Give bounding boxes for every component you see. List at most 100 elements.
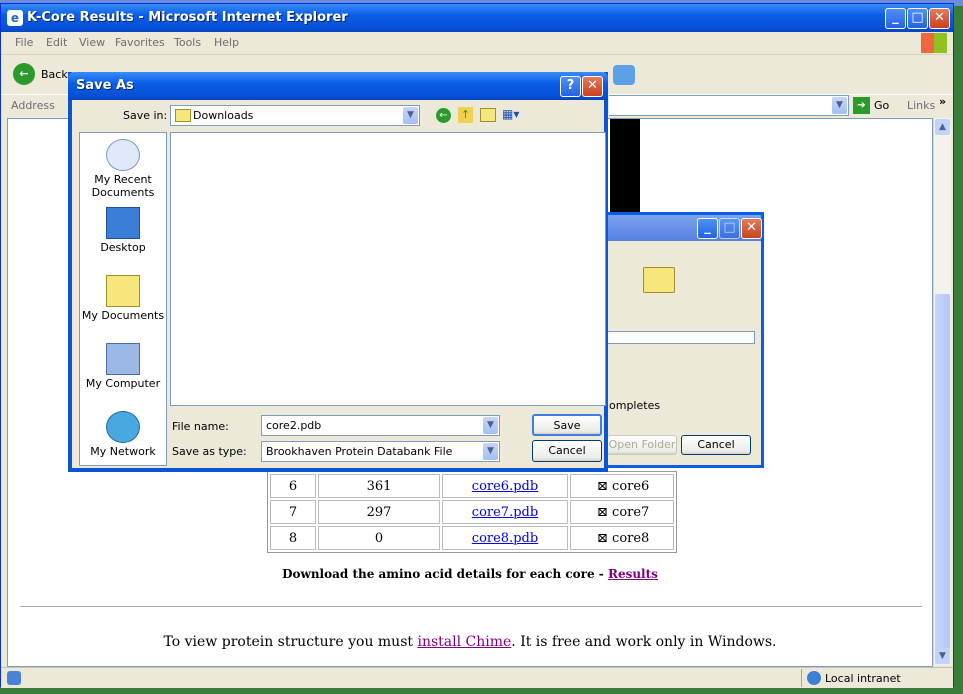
- chime-line: To view protein structure you must insta…: [8, 634, 932, 650]
- download-cancel-button[interactable]: Cancel: [681, 435, 751, 455]
- view-menu-icon[interactable]: ▦▾: [502, 107, 524, 123]
- core-number: 7: [270, 500, 316, 524]
- back-arrow-icon[interactable]: ←: [436, 108, 451, 123]
- cancel-button[interactable]: Cancel: [532, 440, 602, 462]
- view-label[interactable]: core7: [612, 505, 649, 520]
- place-my-documents[interactable]: My Documents: [80, 275, 166, 322]
- help-icon[interactable]: ?: [560, 76, 581, 97]
- core-count: 0: [318, 526, 440, 550]
- chime-suffix: . It is free and work only in Windows.: [511, 634, 777, 650]
- status-divider: [801, 669, 802, 687]
- chevron-right-icon[interactable]: »: [939, 95, 946, 108]
- place-label: My Recent Documents: [91, 173, 155, 199]
- file-name-value: core2.pdb: [266, 419, 322, 432]
- scroll-thumb[interactable]: [935, 294, 950, 650]
- scroll-down-icon[interactable]: ▼: [935, 648, 950, 664]
- page-status-icon: [7, 671, 21, 685]
- my-computer-icon: [106, 343, 140, 375]
- menu-help[interactable]: Help: [214, 36, 239, 49]
- core-count: 361: [318, 474, 440, 498]
- download-text: Download the amino acid details for each…: [282, 567, 608, 581]
- core-number: 8: [270, 526, 316, 550]
- close-button[interactable]: ✕: [582, 76, 603, 97]
- results-link[interactable]: Results: [608, 567, 658, 581]
- save-in-value: Downloads: [193, 109, 254, 122]
- place-my-recent-documents[interactable]: My Recent Documents: [80, 139, 166, 199]
- save-in-dropdown[interactable]: Downloads ▼: [170, 105, 420, 126]
- my-network-icon: [106, 411, 140, 443]
- save-button[interactable]: Save: [532, 414, 602, 436]
- menu-favorites[interactable]: Favorites: [115, 36, 165, 49]
- structure-image: [610, 119, 640, 215]
- view-label[interactable]: core6: [612, 479, 649, 494]
- ie-titlebar[interactable]: e K-Core Results - Microsoft Internet Ex…: [1, 4, 953, 32]
- core-number: 6: [270, 474, 316, 498]
- minimize-button[interactable]: _: [885, 8, 906, 29]
- folder-icon: [175, 109, 191, 122]
- broken-image-icon: ⊠: [597, 504, 608, 520]
- place-my-network[interactable]: My Network: [80, 411, 166, 458]
- minimize-button[interactable]: _: [697, 218, 718, 239]
- back-button-label[interactable]: Back: [41, 68, 68, 81]
- places-bar: My Recent Documents Desktop My Documents…: [79, 132, 167, 466]
- intranet-zone-icon: [807, 671, 821, 685]
- chime-prefix: To view protein structure you must: [163, 634, 418, 650]
- window-title: K-Core Results - Microsoft Internet Expl…: [27, 10, 348, 25]
- place-desktop[interactable]: Desktop: [80, 207, 166, 254]
- chevron-down-icon[interactable]: ▼: [832, 97, 847, 114]
- desktop-icon: [106, 207, 140, 239]
- save-in-label: Save in:: [123, 109, 168, 122]
- up-folder-icon[interactable]: ↑: [458, 107, 473, 123]
- view-label[interactable]: core8: [612, 531, 649, 546]
- chevron-down-icon[interactable]: ▼: [403, 107, 418, 124]
- table-row: 6 361 core6.pdb ⊠ core6: [270, 474, 674, 498]
- open-folder-button: Open Folder: [607, 435, 677, 455]
- download-line: Download the amino acid details for each…: [8, 567, 932, 581]
- close-button[interactable]: ✕: [741, 218, 762, 239]
- messenger-icon[interactable]: [613, 65, 635, 85]
- file-name-input[interactable]: core2.pdb ▼: [261, 415, 500, 436]
- folder-icon: [643, 267, 675, 293]
- status-bar: Local intranet: [1, 667, 953, 688]
- new-folder-icon[interactable]: [480, 108, 496, 122]
- save-type-value: Brookhaven Protein Databank File: [266, 445, 453, 458]
- close-button[interactable]: ✕: [929, 8, 950, 29]
- pdb-download-link[interactable]: core7.pdb: [472, 505, 538, 520]
- core-count: 297: [318, 500, 440, 524]
- table-row: 8 0 core8.pdb ⊠ core8: [270, 526, 674, 550]
- menu-file[interactable]: File: [15, 36, 33, 49]
- windows-logo-icon: [921, 33, 947, 53]
- divider: [20, 606, 922, 607]
- address-input[interactable]: ▼: [609, 95, 849, 116]
- broken-image-icon: ⊠: [597, 530, 608, 546]
- cores-table: 6 361 core6.pdb ⊠ core6 7 297 core7.pdb …: [267, 471, 677, 553]
- chevron-down-icon[interactable]: ▼: [483, 443, 498, 460]
- save-as-titlebar[interactable]: Save As ? ✕: [68, 72, 608, 100]
- save-type-label: Save as type:: [172, 445, 247, 458]
- chevron-down-icon[interactable]: ▼: [483, 417, 498, 434]
- menu-bar: File Edit View Favorites Tools Help: [1, 32, 953, 55]
- file-list[interactable]: [170, 132, 606, 406]
- links-label[interactable]: Links: [907, 99, 935, 112]
- menu-edit[interactable]: Edit: [46, 36, 67, 49]
- address-label: Address: [11, 99, 55, 112]
- back-arrow-icon[interactable]: ←: [13, 63, 35, 85]
- go-arrow-icon[interactable]: ➔: [853, 97, 870, 114]
- go-button[interactable]: Go: [874, 99, 889, 112]
- save-type-dropdown[interactable]: Brookhaven Protein Databank File ▼: [261, 441, 500, 462]
- menu-view[interactable]: View: [79, 36, 105, 49]
- dialog-title: Save As: [76, 78, 134, 93]
- pdb-download-link[interactable]: core6.pdb: [472, 479, 538, 494]
- pdb-download-link[interactable]: core8.pdb: [472, 531, 538, 546]
- my-documents-icon: [106, 275, 140, 307]
- ie-app-icon: e: [7, 10, 23, 26]
- place-label: Desktop: [100, 241, 146, 254]
- install-chime-link[interactable]: install Chime: [417, 634, 511, 650]
- save-as-dialog: Save As ? ✕ Save in: Downloads ▼ ← ↑ ▦▾ …: [68, 72, 608, 472]
- download-progress-bar: [605, 331, 755, 344]
- menu-tools[interactable]: Tools: [174, 36, 201, 49]
- maximize-button[interactable]: □: [907, 8, 928, 29]
- place-my-computer[interactable]: My Computer: [80, 343, 166, 390]
- vertical-scrollbar[interactable]: ▲ ▼: [933, 118, 951, 665]
- scroll-up-icon[interactable]: ▲: [935, 119, 950, 135]
